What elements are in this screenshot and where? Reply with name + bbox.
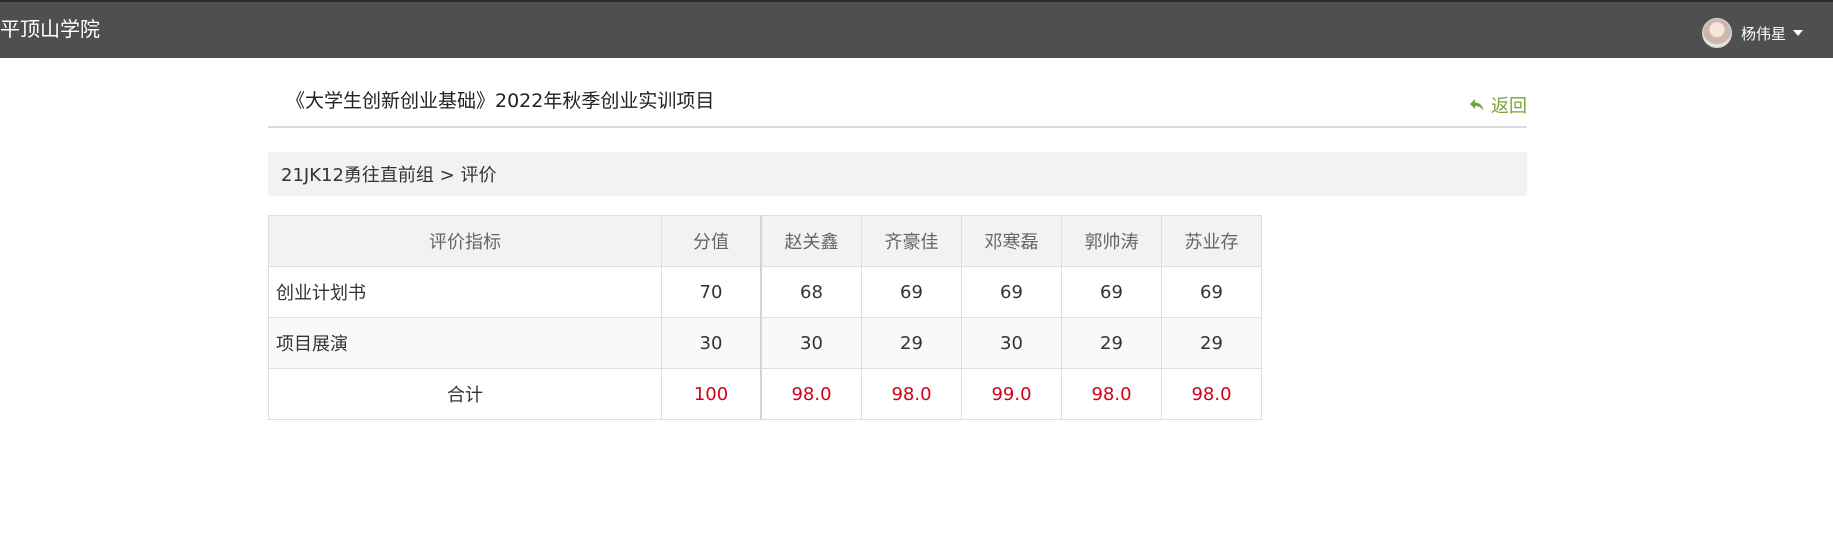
score-cell: 29 xyxy=(861,317,962,369)
evaluation-table: 评价指标 分值 赵关鑫 齐豪佳 邓寒磊 郭帅涛 苏业存 创业计划书 70 68 … xyxy=(268,215,1262,420)
reply-arrow-icon xyxy=(1470,99,1484,111)
score-cell: 69 xyxy=(1061,266,1162,318)
total-score-cell: 98.0 xyxy=(760,368,862,420)
back-label[interactable]: 返回 xyxy=(1491,92,1527,118)
table-row: 项目展演 30 30 29 30 29 29 xyxy=(268,317,1262,369)
back-button[interactable]: 返回 xyxy=(1469,92,1527,118)
table-header-row: 评价指标 分值 赵关鑫 齐豪佳 邓寒磊 郭帅涛 苏业存 xyxy=(268,215,1262,267)
score-cell: 30 xyxy=(961,317,1062,369)
total-score-cell: 98.0 xyxy=(1061,368,1162,420)
header-member: 赵关鑫 xyxy=(760,215,862,267)
top-navbar: 平顶山学院 杨伟星 xyxy=(0,0,1833,58)
score-cell: 29 xyxy=(1161,317,1262,369)
chevron-down-icon[interactable] xyxy=(1793,30,1803,36)
total-score-cell: 98.0 xyxy=(861,368,962,420)
breadcrumb: 21JK12勇往直前组 > 评价 xyxy=(268,152,1527,196)
header-value: 分值 xyxy=(661,215,762,267)
title-row: 《大学生创新创业基础》2022年秋季创业实训项目 返回 xyxy=(268,58,1527,128)
score-cell: 29 xyxy=(1061,317,1162,369)
user-name[interactable]: 杨伟星 xyxy=(1741,23,1786,44)
indicator-cell: 项目展演 xyxy=(268,317,662,369)
user-avatar[interactable] xyxy=(1701,18,1732,48)
header-member: 郭帅涛 xyxy=(1061,215,1162,267)
value-cell: 30 xyxy=(661,317,762,369)
header-member: 邓寒磊 xyxy=(961,215,1062,267)
score-cell: 30 xyxy=(760,317,862,369)
total-score-cell: 98.0 xyxy=(1161,368,1262,420)
total-row: 合计 100 98.0 98.0 99.0 98.0 98.0 xyxy=(268,368,1262,420)
total-value-cell: 100 xyxy=(661,368,762,420)
user-menu[interactable]: 杨伟星 xyxy=(1701,17,1803,49)
value-cell: 70 xyxy=(661,266,762,318)
indicator-cell: 创业计划书 xyxy=(268,266,662,318)
score-cell: 69 xyxy=(861,266,962,318)
brand-title[interactable]: 平顶山学院 xyxy=(0,16,100,42)
header-member: 齐豪佳 xyxy=(861,215,962,267)
score-cell: 69 xyxy=(961,266,1062,318)
main-content: 《大学生创新创业基础》2022年秋季创业实训项目 返回 21JK12勇往直前组 … xyxy=(268,58,1527,420)
header-member: 苏业存 xyxy=(1161,215,1262,267)
score-cell: 69 xyxy=(1161,266,1262,318)
page-title: 《大学生创新创业基础》2022年秋季创业实训项目 xyxy=(286,90,715,112)
score-cell: 68 xyxy=(760,266,862,318)
table-row: 创业计划书 70 68 69 69 69 69 xyxy=(268,266,1262,318)
total-label-cell: 合计 xyxy=(268,368,662,420)
header-indicator: 评价指标 xyxy=(268,215,662,267)
total-score-cell: 99.0 xyxy=(961,368,1062,420)
